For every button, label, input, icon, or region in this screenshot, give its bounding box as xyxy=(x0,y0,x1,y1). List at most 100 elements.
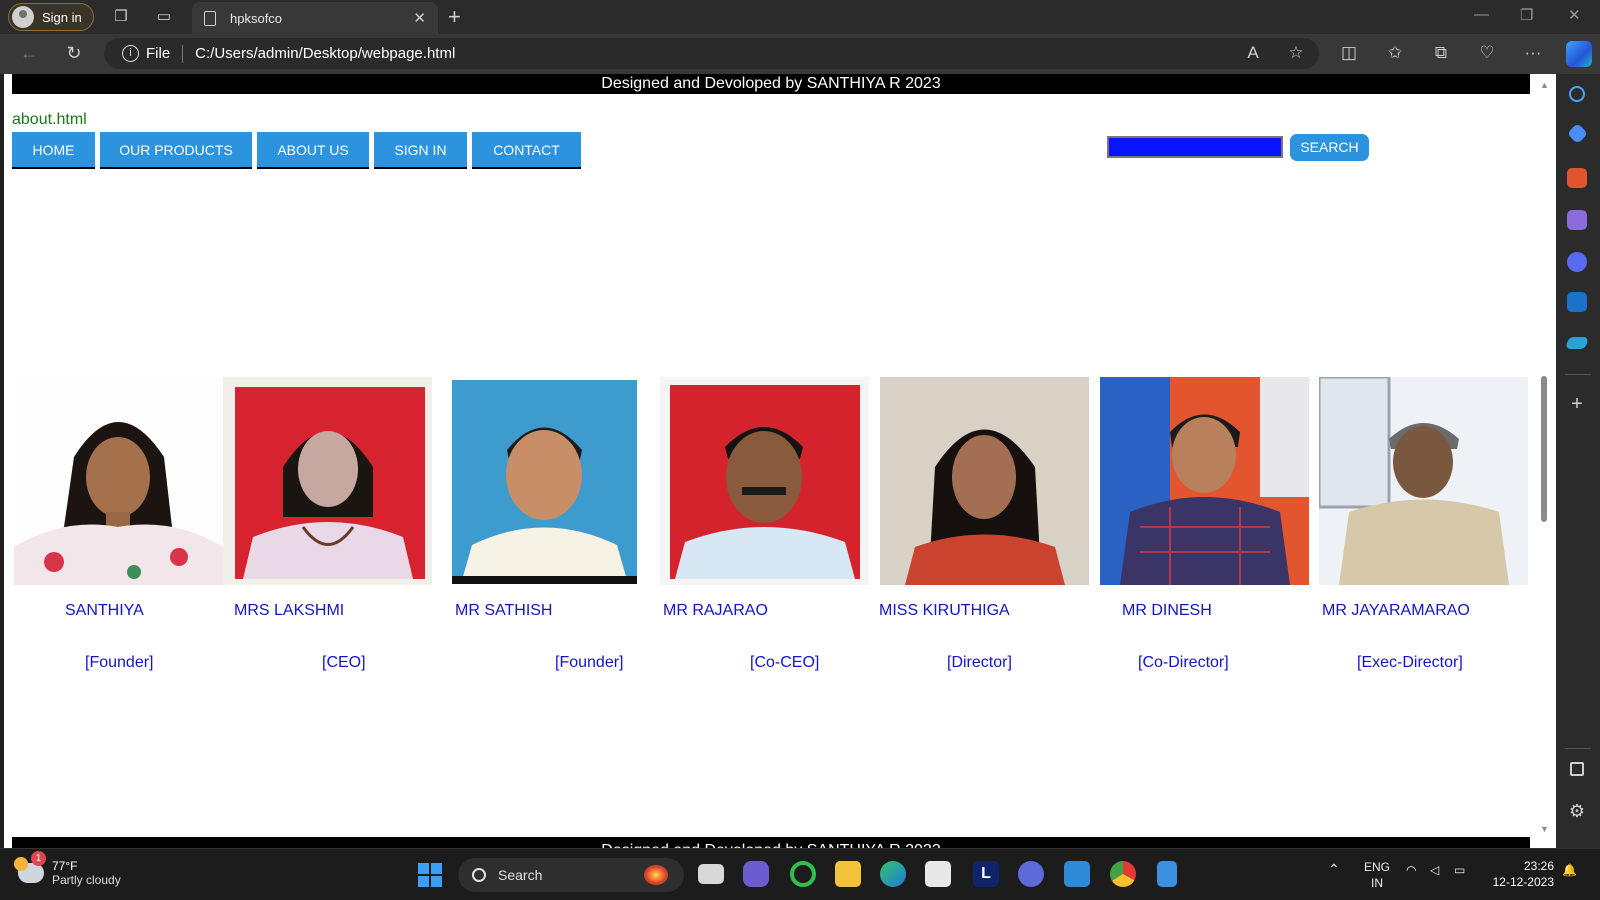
hide-sidebar-icon[interactable] xyxy=(1570,762,1584,776)
teams-chat-icon[interactable] xyxy=(743,861,769,887)
lang-bottom: IN xyxy=(1371,876,1383,890)
outlook-icon[interactable] xyxy=(1567,292,1587,312)
team-role-dinesh: [Co-Director] xyxy=(1138,654,1229,671)
team-role-rajarao: [Co-CEO] xyxy=(750,654,820,671)
sidebar-divider xyxy=(1565,374,1591,375)
arc-app-icon[interactable] xyxy=(1018,861,1044,887)
battery-icon[interactable]: ▭ xyxy=(1454,863,1465,877)
team-role-sathish: [Founder] xyxy=(555,654,624,671)
add-sidebar-icon[interactable]: + xyxy=(1567,394,1587,414)
team-name-rajarao: MR RAJARAO xyxy=(663,602,768,619)
tab-title: hpksofco xyxy=(230,10,283,26)
browser-essentials-icon[interactable]: ♡ xyxy=(1476,43,1498,63)
team-photo-sathish xyxy=(452,380,637,584)
menu-contact-button[interactable]: CONTACT xyxy=(472,132,581,169)
favorites-icon[interactable]: ✩ xyxy=(1384,43,1406,63)
team-role-jayaramarao: [Exec-Director] xyxy=(1357,654,1463,671)
team-name-dinesh: MR DINESH xyxy=(1122,602,1212,619)
close-tab-icon[interactable]: ✕ xyxy=(413,9,426,27)
notification-badge: 1 xyxy=(31,851,46,866)
weather-widget[interactable]: 1 77°F Partly cloudy xyxy=(14,851,121,887)
team-photo-kiruthiga xyxy=(880,377,1089,585)
notepad-icon[interactable] xyxy=(1157,861,1177,887)
send-drop-icon[interactable] xyxy=(1565,337,1589,349)
minimize-icon[interactable]: — xyxy=(1474,6,1489,23)
site-info-icon[interactable]: i xyxy=(122,45,139,62)
refresh-icon[interactable]: ↻ xyxy=(63,43,85,64)
wifi-icon[interactable]: ◠ xyxy=(1406,863,1416,877)
search-button[interactable]: SEARCH xyxy=(1290,134,1369,161)
language-indicator[interactable]: ENG IN xyxy=(1364,859,1390,891)
menu-our-products-button[interactable]: OUR PRODUCTS xyxy=(100,132,252,169)
edge-browser-icon[interactable] xyxy=(880,861,906,887)
team-role-lakshmi: [CEO] xyxy=(322,654,366,671)
top-banner: Designed and Devoloped by SANTHIYA R 202… xyxy=(12,74,1530,94)
shopping-tag-icon[interactable] xyxy=(1566,122,1589,145)
games-icon[interactable] xyxy=(1567,210,1587,230)
about-link[interactable]: about.html xyxy=(12,111,87,129)
notification-bell-icon[interactable]: 🔔 xyxy=(1562,863,1577,877)
bottom-banner: Designed and Devoloped by SANTHIYA R 202… xyxy=(12,837,1530,848)
scroll-up-icon[interactable]: ▲ xyxy=(1540,80,1549,90)
tools-briefcase-icon[interactable] xyxy=(1567,168,1587,188)
chrome-icon[interactable] xyxy=(1110,861,1136,887)
start-windows-icon[interactable] xyxy=(418,863,442,887)
taskbar-clock[interactable]: 23:26 12-12-2023 xyxy=(1493,858,1554,890)
address-separator xyxy=(182,44,184,63)
weather-desc: Partly cloudy xyxy=(52,873,121,887)
taskbar-search-label: Search xyxy=(498,867,543,883)
active-tab[interactable]: hpksofco ✕ xyxy=(192,2,438,34)
taskbar-search[interactable]: Search xyxy=(458,858,684,892)
edge-sidebar: + ⚙ xyxy=(1556,74,1600,848)
restore-icon[interactable]: ❐ xyxy=(1520,6,1533,24)
volume-icon[interactable]: ◁ xyxy=(1430,863,1439,877)
address-bar[interactable]: i File C:/Users/admin/Desktop/webpage.ht… xyxy=(104,38,1319,69)
workspaces-icon[interactable]: ❐ xyxy=(112,8,130,26)
microsoft-store-icon[interactable] xyxy=(925,861,951,887)
settings-gear-icon[interactable]: ⚙ xyxy=(1567,801,1587,821)
team-photo-dinesh xyxy=(1100,377,1309,585)
photos-app-icon[interactable] xyxy=(1064,861,1090,887)
back-arrow-icon[interactable]: ← xyxy=(18,43,40,64)
partly-cloudy-icon xyxy=(14,857,44,883)
refresh-app-icon[interactable] xyxy=(790,861,816,887)
copilot-sidebar-icon[interactable] xyxy=(1567,252,1587,272)
weather-temp: 77°F xyxy=(52,859,78,873)
team-role-kiruthiga: [Director] xyxy=(947,654,1012,671)
profile-signin-button[interactable]: Sign in xyxy=(8,3,94,31)
collections-icon[interactable]: ⧉ xyxy=(1430,43,1452,63)
menu-about-us-button[interactable]: ABOUT US xyxy=(257,132,369,169)
split-screen-icon[interactable]: ◫ xyxy=(1338,43,1360,63)
team-photo-jayaramarao xyxy=(1319,377,1528,585)
read-aloud-icon[interactable]: A xyxy=(1242,43,1264,63)
scrollbar-thumb[interactable] xyxy=(1541,376,1547,522)
show-hidden-icons[interactable]: ⌃ xyxy=(1328,861,1340,878)
lang-top: ENG xyxy=(1364,860,1391,874)
close-window-icon[interactable]: ✕ xyxy=(1568,6,1581,24)
clock-time: 23:26 xyxy=(1523,859,1554,873)
task-view-icon[interactable] xyxy=(698,864,724,884)
menu-home-button[interactable]: HOME xyxy=(12,132,95,169)
search-icon xyxy=(472,868,486,882)
scroll-down-icon[interactable]: ▼ xyxy=(1540,824,1549,834)
team-photo-rajarao xyxy=(660,377,869,585)
tab-actions-icon[interactable]: ▭ xyxy=(155,8,173,26)
file-explorer-icon[interactable] xyxy=(835,861,861,887)
team-role-santhiya: [Founder] xyxy=(85,654,154,671)
team-photo-lakshmi xyxy=(223,377,432,585)
search-input[interactable] xyxy=(1107,136,1283,158)
search-highlight-icon xyxy=(644,865,668,885)
copilot-icon[interactable] xyxy=(1566,41,1592,67)
l-app-icon[interactable]: L xyxy=(973,861,999,887)
menu-sign-in-button[interactable]: SIGN IN xyxy=(374,132,467,169)
team-photo-santhiya xyxy=(14,377,223,585)
page-document-icon xyxy=(204,10,216,26)
url-text[interactable]: C:/Users/admin/Desktop/webpage.html xyxy=(195,45,455,62)
browser-titlebar: Sign in ❐ ▭ hpksofco ✕ + — ❐ ✕ xyxy=(0,0,1600,34)
new-tab-icon[interactable]: + xyxy=(448,4,461,30)
windows-taskbar: 1 77°F Partly cloudy Search L ⌃ ENG IN ◠… xyxy=(0,848,1600,900)
page-scrollbar[interactable]: ▲ ▼ xyxy=(1537,74,1551,848)
favorite-star-icon[interactable]: ☆ xyxy=(1285,43,1307,63)
search-sidebar-icon[interactable] xyxy=(1569,86,1585,102)
more-menu-icon[interactable]: ··· xyxy=(1522,43,1544,63)
